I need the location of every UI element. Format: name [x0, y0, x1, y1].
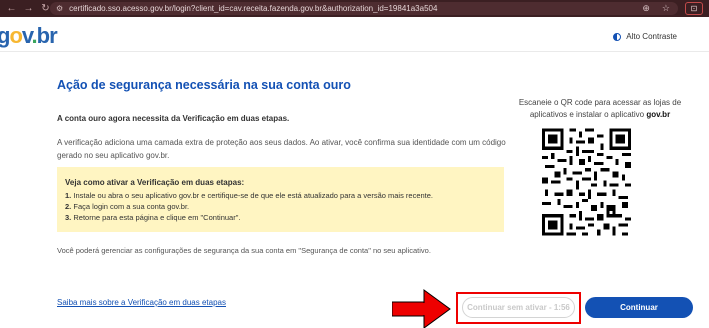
- logo-letter-o: o: [9, 23, 22, 48]
- step-item: 3. Retorne para esta página e clique em …: [65, 212, 504, 223]
- continue-button[interactable]: Continuar: [585, 297, 693, 318]
- contrast-label: Alto Contraste: [626, 32, 677, 41]
- learn-more-link[interactable]: Saiba mais sobre a Verificação em duas e…: [57, 298, 226, 307]
- bookmark-star-icon[interactable]: ☆: [662, 2, 670, 15]
- back-icon[interactable]: ←: [6, 3, 17, 14]
- lead-text: A conta ouro agora necessita da Verifica…: [57, 114, 290, 123]
- qr-caption: Escaneie o QR code para acessar as lojas…: [516, 97, 684, 121]
- step-item: 2. Faça login com a sua conta gov.br.: [65, 201, 504, 212]
- logo-letter-v: v: [21, 23, 33, 48]
- step-item: 1. Instale ou abra o seu aplicativo gov.…: [65, 190, 504, 201]
- forward-icon[interactable]: →: [23, 3, 34, 14]
- govbr-logo[interactable]: gov.br: [0, 23, 58, 49]
- step-text: Instale ou abra o seu aplicativo gov.br …: [73, 191, 434, 200]
- high-contrast-toggle[interactable]: Alto Contraste: [613, 32, 677, 41]
- address-bar[interactable]: ⚙ certificado.sso.acesso.gov.br/login?cl…: [50, 2, 678, 15]
- step-number: 2.: [65, 202, 72, 211]
- zoom-icon[interactable]: ⊕: [642, 2, 650, 15]
- red-arrow-annotation: [392, 289, 451, 328]
- qr-code-image: [542, 128, 631, 236]
- step-text: Faça login com a sua conta gov.br.: [73, 202, 190, 211]
- contrast-icon: [613, 32, 622, 41]
- step-number: 3.: [65, 213, 72, 222]
- howto-steps: 1. Instale ou abra o seu aplicativo gov.…: [65, 190, 504, 223]
- manage-security-text: Você poderá gerenciar as configurações d…: [57, 246, 431, 255]
- browser-nav: ← → ↻: [0, 3, 51, 14]
- header-divider: [0, 51, 709, 52]
- browser-toolbar: ← → ↻ ⚙ certificado.sso.acesso.gov.br/lo…: [0, 0, 709, 17]
- site-info-icon[interactable]: ⚙: [56, 4, 63, 13]
- description-text: A verificação adiciona uma camada extra …: [57, 138, 506, 160]
- qr-caption-app-name: gov.br: [646, 110, 671, 119]
- howto-title: Veja como ativar a Verificação em duas e…: [65, 178, 245, 187]
- step-text: Retorne para esta página e clique em "Co…: [73, 213, 241, 222]
- howto-notice: Veja como ativar a Verificação em duas e…: [57, 167, 504, 232]
- site-header: gov.br Alto Contraste: [0, 17, 709, 51]
- logo-br: br: [36, 23, 58, 48]
- step-number: 1.: [65, 191, 72, 200]
- skip-activation-button[interactable]: Continuar sem ativar - 1:56: [462, 297, 575, 318]
- extensions-icon[interactable]: ⊡: [685, 2, 703, 15]
- page-title: Ação de segurança necessária na sua cont…: [57, 78, 351, 92]
- url-text: certificado.sso.acesso.gov.br/login?clie…: [69, 4, 438, 13]
